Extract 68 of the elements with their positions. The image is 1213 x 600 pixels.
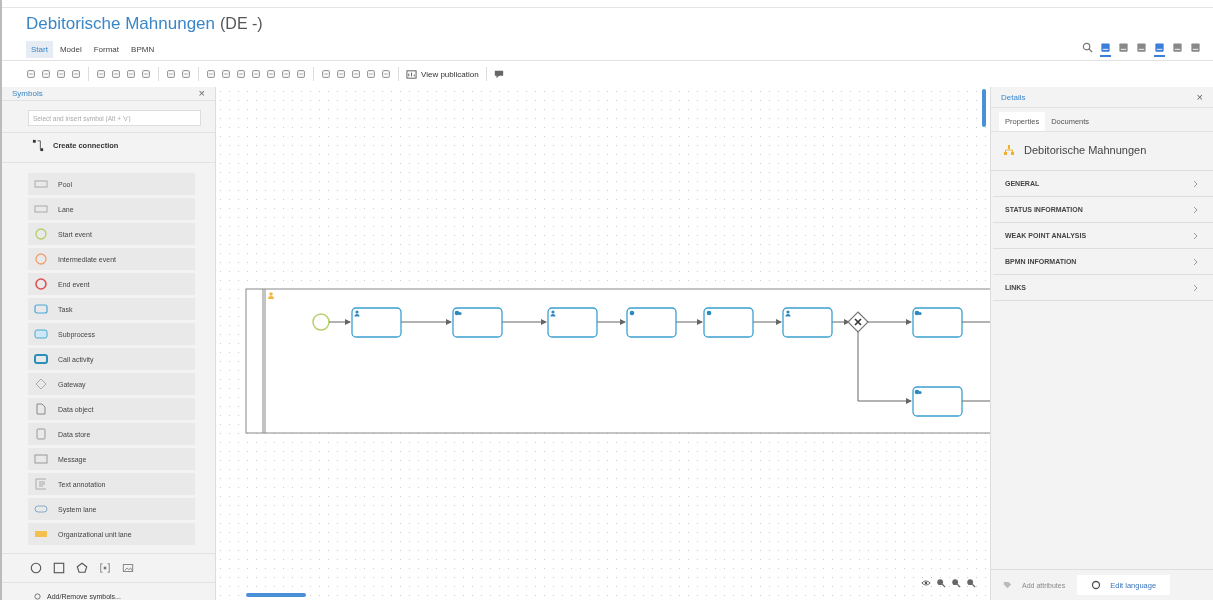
- person-icon: [268, 292, 274, 299]
- square-shape-icon[interactable]: [53, 562, 65, 574]
- sequence-flow: [675, 319, 703, 325]
- gears-icon: [454, 310, 462, 316]
- bracket-box-icon[interactable]: [99, 562, 111, 574]
- sequence-flow: [400, 319, 452, 325]
- task-shape[interactable]: [912, 307, 963, 338]
- sequence-flow: [501, 319, 547, 325]
- close-button[interactable]: ×: [198, 87, 205, 100]
- circle-shape-icon[interactable]: [30, 562, 42, 574]
- rounded-rectangle-icon: [34, 328, 48, 340]
- eye-icon[interactable]: [921, 578, 931, 588]
- rectangle-icon: [34, 178, 48, 190]
- circle-icon: [34, 253, 48, 265]
- sequence-flow: [752, 319, 782, 325]
- pentagon-shape-icon[interactable]: [76, 562, 88, 574]
- window-title: Debitorische Mahnungen: [26, 14, 215, 34]
- circle-icon: [34, 278, 48, 290]
- menu-tab[interactable]: Model: [54, 40, 87, 58]
- person-icon: [354, 310, 360, 317]
- person-icon: [550, 310, 556, 317]
- menu-tab[interactable]: Start: [26, 40, 53, 58]
- org-chart-icon: [1003, 144, 1015, 156]
- language-label: (DE -): [220, 15, 263, 33]
- envelope-icon: [34, 453, 48, 465]
- pill-icon: [34, 503, 48, 515]
- menu-tab[interactable]: BPMN: [126, 40, 160, 58]
- view-publication-button[interactable]: View publication: [406, 68, 479, 80]
- circle-icon: [34, 228, 48, 240]
- sequence-flow: [867, 319, 912, 325]
- rounded-rectangle-icon: [34, 303, 48, 315]
- person-icon: [785, 310, 791, 317]
- object-name: Debitorische Mahnungen: [1024, 144, 1147, 156]
- task-shape[interactable]: [547, 307, 598, 338]
- rectangle-icon: [34, 528, 48, 540]
- tag-icon: [1003, 580, 1012, 590]
- task-shape[interactable]: [782, 307, 833, 338]
- image-icon[interactable]: [122, 562, 134, 574]
- task-shape[interactable]: [351, 307, 402, 338]
- view-toggle-button[interactable]: [1100, 41, 1111, 57]
- document-icon: [34, 403, 48, 415]
- menu-tab[interactable]: Format: [88, 40, 125, 58]
- panel-title: Details: [1001, 92, 1026, 102]
- circle-icon: [34, 593, 41, 600]
- chat-icon[interactable]: [493, 69, 504, 79]
- task-shape[interactable]: [452, 307, 503, 338]
- start-event-circle[interactable]: [312, 313, 330, 331]
- dot-icon: [706, 310, 712, 316]
- view-toggle-button[interactable]: [1154, 41, 1165, 57]
- task-shape[interactable]: [703, 307, 754, 338]
- task-shape[interactable]: [626, 307, 677, 338]
- close-button[interactable]: ×: [1196, 91, 1203, 103]
- gears-icon: [914, 310, 922, 316]
- rounded-rectangle-icon: [34, 353, 48, 365]
- task-shape[interactable]: [912, 386, 963, 417]
- gateway-shape[interactable]: [847, 311, 869, 333]
- diamond-icon: [34, 378, 48, 390]
- rectangle-icon: [34, 203, 48, 215]
- dot-icon: [629, 310, 635, 316]
- gears-icon: [914, 389, 922, 395]
- scrollbar-thumb[interactable]: [246, 593, 306, 597]
- search-icon[interactable]: [1082, 41, 1093, 53]
- sequence-flow: [596, 319, 626, 325]
- bracket-icon: [34, 478, 48, 490]
- sequence-flow: [831, 319, 850, 325]
- sequence-flow: [328, 319, 351, 325]
- scrollbar-thumb[interactable]: [982, 89, 986, 127]
- panel-title: Symbols: [12, 88, 43, 98]
